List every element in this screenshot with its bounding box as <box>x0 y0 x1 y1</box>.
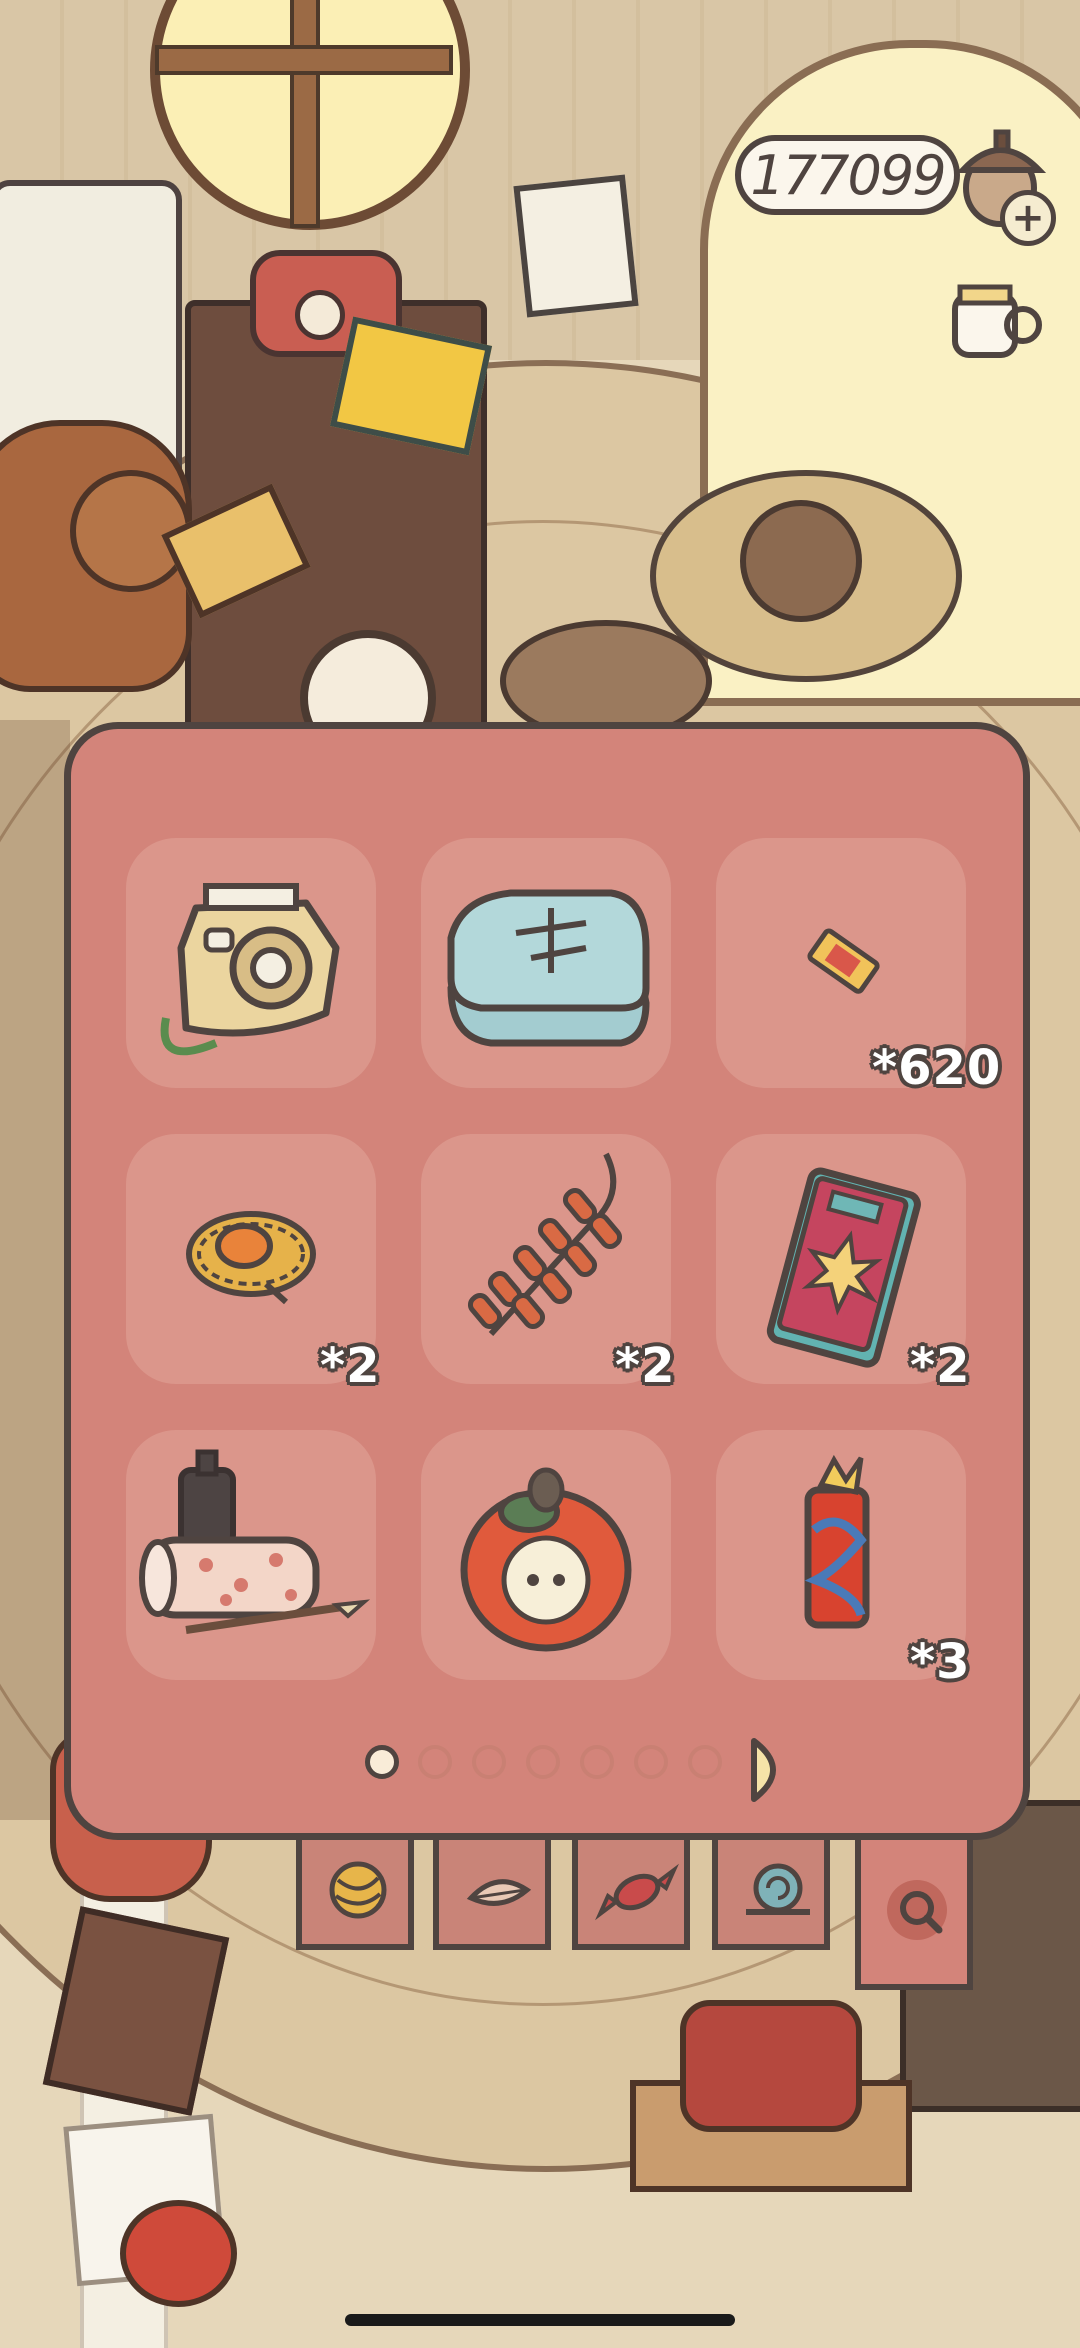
teacup-icon <box>952 284 1042 358</box>
page-dot-1[interactable] <box>365 1745 399 1779</box>
slot-5-count: *2 <box>615 1338 676 1394</box>
leaf-icon <box>466 1879 532 1906</box>
acorn-on-plate[interactable] <box>740 500 862 622</box>
window-frame-horizontal <box>155 45 453 75</box>
tab-snail[interactable] <box>712 1840 830 1950</box>
radio[interactable] <box>680 2000 862 2132</box>
add-currency-button[interactable]: + <box>1000 190 1056 246</box>
yarn-ball-icon <box>329 1861 387 1919</box>
page-dot-7[interactable] <box>688 1745 722 1779</box>
inventory-slot-7[interactable] <box>126 1430 376 1680</box>
persimmon-icon <box>460 1467 632 1652</box>
magnifier-icon <box>887 1880 947 1940</box>
page-dot-6[interactable] <box>634 1745 668 1779</box>
inventory-slot-2[interactable] <box>421 838 671 1088</box>
next-page-arrow-icon[interactable] <box>748 1735 794 1805</box>
tab-search[interactable] <box>855 1840 973 1990</box>
inventory-slot-8[interactable] <box>421 1430 671 1680</box>
paper-roll-and-ink-icon <box>139 1449 371 1634</box>
slot-3-count: *620 <box>872 1040 1002 1096</box>
home-indicator[interactable] <box>345 2314 735 2326</box>
tab-candy[interactable] <box>572 1840 690 1950</box>
page-dot-3[interactable] <box>472 1745 506 1779</box>
tab-yarn[interactable] <box>296 1840 414 1950</box>
inventory-slot-1[interactable] <box>126 838 376 1088</box>
instant-camera-icon <box>160 883 340 1056</box>
page-dot-2[interactable] <box>418 1745 452 1779</box>
acorn-counter: 177099 <box>735 135 960 215</box>
slot-4-count: *2 <box>320 1338 381 1394</box>
apple[interactable] <box>120 2200 237 2307</box>
game-scene: 177099 + *620 *2 *2 *2 *3 <box>0 0 1080 2348</box>
snail-icon <box>746 1863 810 1915</box>
candy-icon <box>595 1863 679 1921</box>
page-dot-4[interactable] <box>526 1745 560 1779</box>
slot-9-count: *3 <box>910 1634 971 1690</box>
folded-blue-cloth-icon <box>447 889 650 1047</box>
slot-6-count: *2 <box>910 1338 971 1394</box>
shadow-left <box>0 720 70 1820</box>
window-frame-vertical <box>290 0 320 228</box>
page-dot-5[interactable] <box>580 1745 614 1779</box>
telephone-dial <box>295 290 345 340</box>
tab-leaf[interactable] <box>433 1840 551 1950</box>
plus-icon: + <box>1011 195 1045 241</box>
calendar[interactable] <box>513 174 639 318</box>
page-indicator[interactable] <box>360 1735 800 1802</box>
